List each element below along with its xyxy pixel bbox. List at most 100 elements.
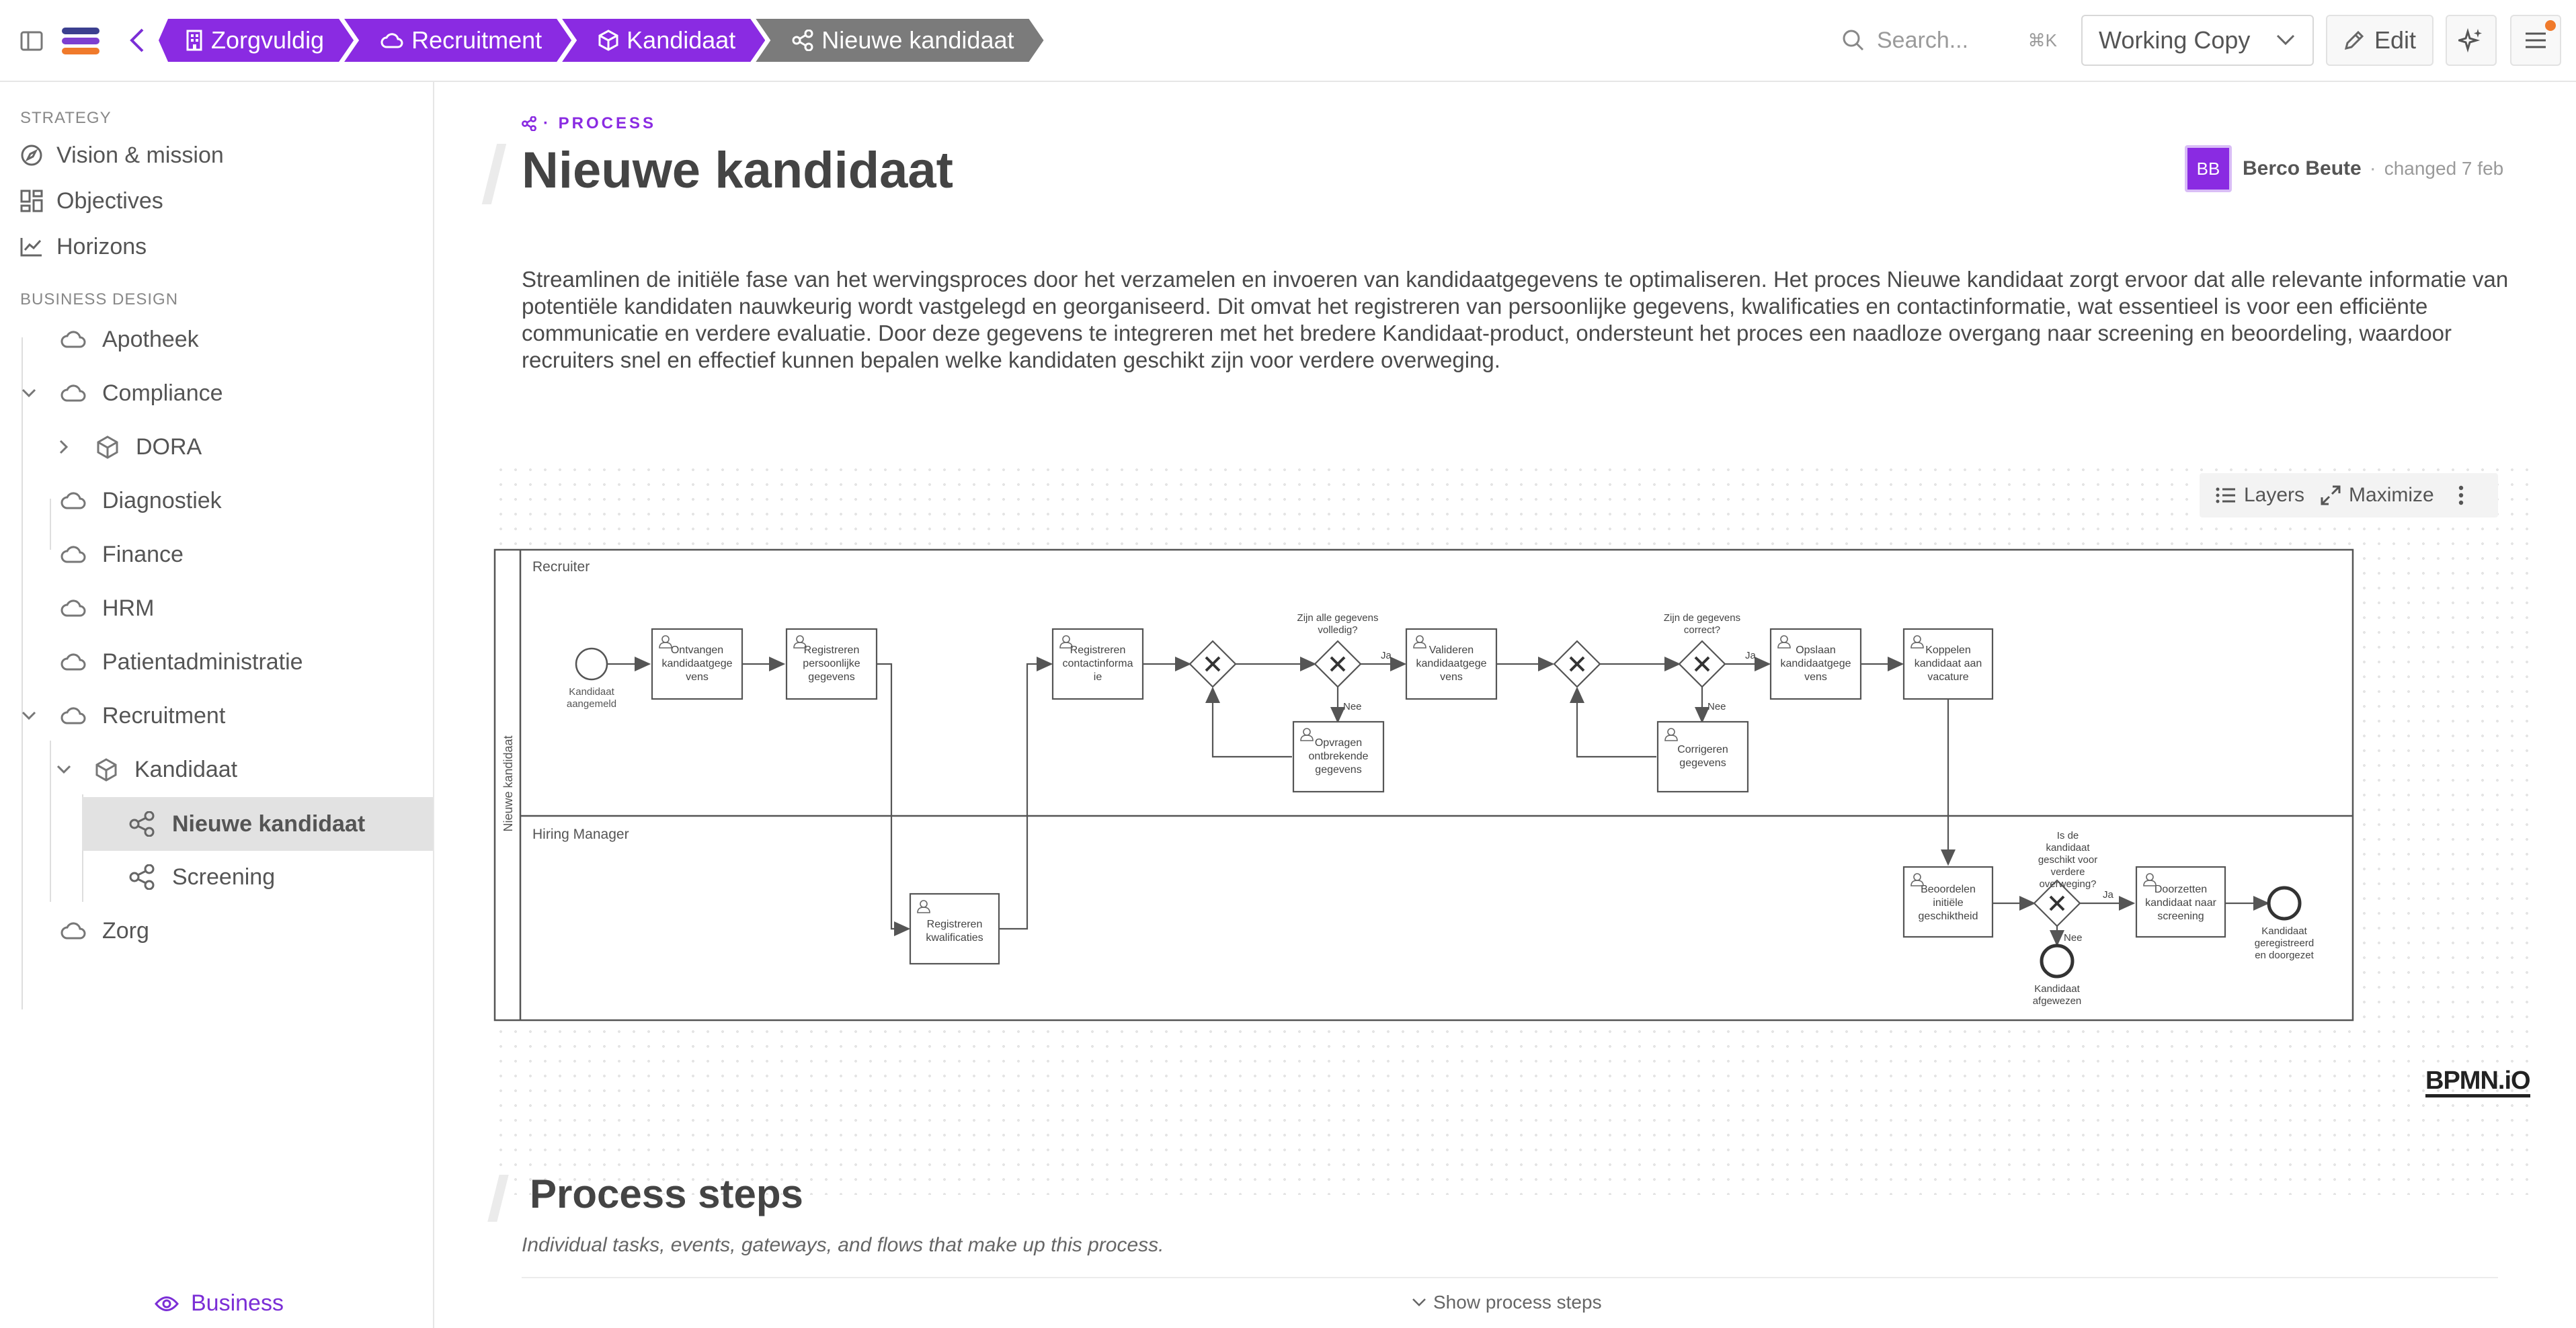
sidebar-item-label: DORA — [136, 433, 202, 460]
sidebar-item-diagnostiek[interactable]: Diagnostiek — [0, 477, 434, 524]
chevron-down-icon[interactable] — [56, 765, 71, 774]
author-name: Berco Beute — [2243, 157, 2362, 179]
sidebar-item-zorg[interactable]: Zorg — [0, 907, 434, 954]
sidebar-item-finance[interactable]: Finance — [0, 531, 434, 578]
sidebar-item-kandidaat[interactable]: Kandidaat — [0, 746, 434, 793]
cloud-icon — [61, 599, 86, 617]
page-title: Nieuwe kandidaat — [522, 142, 953, 199]
sidebar: STRATEGY Vision & mission Objectives Hor… — [0, 82, 434, 1328]
bpmn-task-opvragen[interactable]: Opvragen ontbrekende gegevens — [1292, 720, 1385, 793]
edit-button[interactable]: Edit — [2326, 15, 2433, 66]
bpmn-task-valideren[interactable]: Valideren kandidaatgege vens — [1405, 628, 1498, 700]
cloud-icon — [380, 32, 403, 49]
bpmn-pool[interactable] — [493, 548, 2354, 1022]
sidebar-item-objectives[interactable]: Objectives — [0, 177, 434, 224]
breadcrumb-label: Recruitment — [411, 26, 542, 54]
bpmn-diagram[interactable]: Nieuwe kandidaat Recruiter Hiring Manage… — [493, 548, 2362, 1026]
bpmn-end-label: Kandidaat afgewezen — [2033, 983, 2082, 1007]
share-nodes-icon — [129, 864, 155, 890]
sidebar-item-label: Objectives — [56, 188, 163, 214]
breadcrumb-label: Nieuwe kandidaat — [821, 26, 1014, 54]
notification-dot — [2545, 20, 2556, 31]
back-chevron-icon[interactable] — [124, 27, 151, 54]
bpmn-task-beoordelen[interactable]: Beoordelen initiële geschiktheid — [1902, 866, 1994, 938]
svg-text:Ja: Ja — [1381, 650, 1392, 661]
sidebar-item-label: Screening — [172, 864, 276, 890]
more-options-button[interactable] — [2458, 485, 2472, 505]
app-logo[interactable] — [62, 26, 99, 56]
bpmn-end-label: Kandidaat geregistreerd en doorgezet — [2255, 925, 2315, 961]
edit-label: Edit — [2374, 26, 2417, 54]
sidebar-item-compliance[interactable]: Compliance — [0, 370, 434, 417]
sidebar-item-apotheek[interactable]: Apotheek — [0, 316, 434, 363]
hamburger-menu-icon — [2526, 32, 2546, 48]
maximize-label: Maximize — [2349, 484, 2434, 506]
ai-assistant-button[interactable] — [2446, 15, 2497, 66]
cloud-icon — [61, 331, 86, 348]
bpmn-task-persoonlijk[interactable]: Registreren persoonlijke gegevens — [785, 628, 878, 700]
sidebar-item-screening[interactable]: Screening — [0, 854, 434, 901]
section-label-strategy: STRATEGY — [20, 109, 112, 127]
svg-text:Nee: Nee — [1343, 701, 1362, 712]
main-menu-button[interactable] — [2510, 15, 2561, 66]
sidebar-item-vision-mission[interactable]: Vision & mission — [0, 132, 434, 179]
sidebar-item-dora[interactable]: DORA — [0, 423, 434, 470]
pencil-icon — [2344, 30, 2364, 50]
sidebar-item-patientadministratie[interactable]: Patientadministratie — [0, 638, 434, 686]
sidebar-item-hrm[interactable]: HRM — [0, 585, 434, 632]
bpmn-task-doorzetten[interactable]: Doorzetten kandidaat naar screening — [2135, 866, 2226, 938]
dashboard-grid-icon — [20, 190, 43, 212]
chevron-right-icon[interactable] — [59, 440, 69, 454]
cloud-icon — [61, 546, 86, 563]
bpmn-start-event[interactable] — [575, 647, 608, 681]
list-icon — [2216, 487, 2235, 503]
view-mode-business[interactable]: Business — [155, 1290, 284, 1317]
chevron-down-icon[interactable] — [22, 711, 36, 720]
cube-icon — [598, 30, 618, 51]
view-mode-label: Business — [191, 1290, 284, 1316]
search-input[interactable]: Search... ⌘K — [1842, 20, 2057, 60]
chevron-down-icon — [1412, 1298, 1426, 1306]
bpmn-lane-label: Recruiter — [532, 559, 590, 575]
avatar[interactable]: BB — [2185, 145, 2232, 192]
search-icon — [1843, 30, 1864, 51]
page-description: Streamlinen de initiële fase van het wer… — [522, 267, 2509, 372]
title-accent — [481, 144, 507, 204]
sidebar-item-label: Kandidaat — [134, 756, 238, 782]
sidebar-item-label: Vision & mission — [56, 142, 224, 168]
building-icon — [186, 30, 203, 51]
svg-text:Nee: Nee — [2064, 932, 2083, 944]
layers-button[interactable]: Layers — [2216, 484, 2304, 507]
sidebar-toggle-icon[interactable] — [17, 27, 46, 55]
bpmn-task-kwalificaties[interactable]: Registreren kwalificaties — [909, 893, 1000, 965]
sidebar-item-label: Nieuwe kandidaat — [172, 811, 366, 837]
divider — [522, 1277, 2498, 1278]
process-steps-heading: Process steps — [530, 1171, 803, 1216]
maximize-button[interactable]: Maximize — [2321, 484, 2434, 507]
share-nodes-icon — [129, 811, 155, 837]
breadcrumb-zorgvuldig[interactable]: Zorgvuldig — [159, 19, 354, 62]
kicker-label: · PROCESS — [543, 114, 657, 132]
breadcrumb-recruitment[interactable]: Recruitment — [344, 19, 571, 62]
sidebar-item-label: Horizons — [56, 233, 147, 259]
cloud-icon — [61, 653, 86, 671]
bpmn-task-opslaan[interactable]: Opslaan kandidaatgege vens — [1769, 628, 1862, 700]
version-select[interactable]: Working Copy — [2081, 15, 2314, 66]
bpmn-task-corrigeren[interactable]: Corrigeren gegevens — [1656, 720, 1749, 793]
bpmn-end-event-doorgezet[interactable] — [2267, 886, 2302, 921]
sidebar-item-horizons[interactable]: Horizons — [0, 223, 434, 270]
cloud-icon — [61, 922, 86, 940]
bpmn-io-logo[interactable]: BPMN.iO — [2425, 1067, 2531, 1097]
bpmn-end-event-afgewezen[interactable] — [2040, 944, 2075, 979]
sidebar-item-nieuwe-kandidaat[interactable]: Nieuwe kandidaat — [82, 797, 433, 851]
sidebar-item-recruitment[interactable]: Recruitment — [0, 692, 434, 739]
chevron-down-icon[interactable] — [22, 388, 36, 398]
breadcrumb-kandidaat[interactable]: Kandidaat — [562, 19, 765, 62]
breadcrumb-nieuwe-kandidaat[interactable]: Nieuwe kandidaat — [756, 19, 1043, 62]
show-steps-label: Show process steps — [1433, 1292, 1602, 1313]
show-process-steps-toggle[interactable]: Show process steps — [1412, 1292, 1602, 1313]
sidebar-item-label: Diagnostiek — [102, 487, 222, 513]
bpmn-task-ontvangen[interactable]: Ontvangen kandidaatgege vens — [651, 628, 743, 700]
bpmn-task-contact[interactable]: Registreren contactinforma ie — [1051, 628, 1144, 700]
bpmn-task-koppelen[interactable]: Koppelen kandidaat aan vacature — [1902, 628, 1994, 700]
